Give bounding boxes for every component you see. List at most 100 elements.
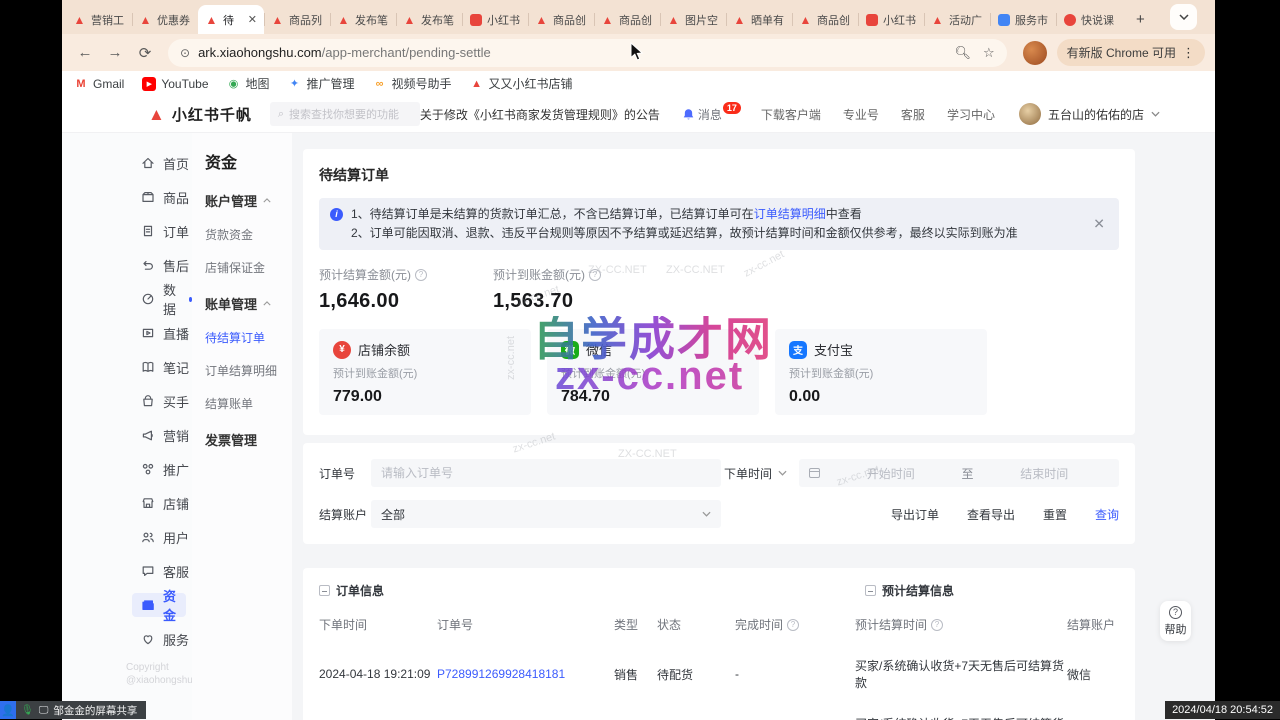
chrome-profile-avatar[interactable] [1023,41,1047,65]
chrome-menu-icon[interactable]: ⋮ [1182,45,1195,61]
sidebar-item-营销[interactable]: 营销 [140,423,192,447]
bookmark-推广管理[interactable]: ✦推广管理 [288,75,355,92]
order-no-input[interactable] [371,459,721,487]
messages-button[interactable]: 消息 17 [682,106,743,123]
submenu-group-账户管理[interactable]: 账户管理 [205,191,292,210]
collapse-icon[interactable] [319,585,330,596]
sidebar-item-首页[interactable]: 首页 [140,151,192,175]
bookmark-YouTube[interactable]: ▶YouTube [142,77,208,91]
browser-tab[interactable]: ▲发布笔 [396,5,462,34]
export-orders-button[interactable]: 导出订单 [891,506,939,523]
announcement-link[interactable]: 关于修改《小红书商家发货管理规则》的公告 [420,106,660,123]
browser-tab[interactable]: 服务市 [990,5,1056,34]
tab-close-icon[interactable]: ✕ [248,13,257,26]
browser-tab[interactable]: ▲商品创 [528,5,594,34]
browser-tab[interactable]: ▲营销工 [66,5,132,34]
sidebar-item-店铺[interactable]: 店铺 [140,491,192,515]
submenu-item-待结算订单[interactable]: 待结算订单 [205,329,292,346]
tab-title: 服务市 [1015,12,1049,28]
date-start-placeholder[interactable]: 开始时间 [826,465,956,482]
sidebar-item-售后[interactable]: 售后 [140,253,192,277]
bookmark-视频号助手[interactable]: ∞视频号助手 [373,75,452,92]
browser-tab[interactable]: ▲商品创 [792,5,858,34]
date-range-picker[interactable]: 开始时间 至 结束时间 [799,459,1119,487]
help-button[interactable]: ? 帮助 [1160,601,1191,641]
main-content: 待结算订单 i 1、待结算订单是未结算的货款订单汇总，不含已结算订单，已结算订单… [292,133,1215,720]
sidebar-item-用户[interactable]: 用户 [140,525,192,549]
sidebar-item-服务[interactable]: 服务 [140,627,192,651]
tab-title: 快说课 [1081,12,1115,28]
reload-button[interactable]: ⟳ [132,40,158,66]
header-link-下载客户端[interactable]: 下载客户端 [761,106,821,123]
bell-icon [682,108,695,121]
bookmark-地图[interactable]: ◉地图 [227,75,270,92]
address-bar[interactable]: ⊙ ark.xiaohongshu.com/app-merchant/pendi… [168,39,1007,67]
bookmark-Gmail[interactable]: MGmail [74,77,124,91]
shop-account[interactable]: 五台山的佑佑的店 [1019,103,1160,125]
submenu-item-货款资金[interactable]: 货款资金 [205,226,292,243]
submenu-group-发票管理[interactable]: 发票管理 [205,430,292,449]
sidebar-item-数据[interactable]: 数据 [140,287,192,311]
time-type-select[interactable]: 下单时间 [724,465,799,482]
browser-tab[interactable]: ▲商品创 [594,5,660,34]
sidebar-item-买手[interactable]: 买手 [140,389,192,413]
bookmark-又又小红书店铺[interactable]: ▲又又小红书店铺 [470,75,573,92]
chrome-update-button[interactable]: 有新版 Chrome 可用 ⋮ [1057,39,1205,66]
column-header-结算账户: 结算账户 [1067,616,1119,633]
help-icon[interactable]: ? [787,619,799,631]
forward-button[interactable]: → [102,40,128,66]
submenu-item-店铺保证金[interactable]: 店铺保证金 [205,259,292,276]
favicon-ark-icon: ▲ [667,13,680,26]
app-search-input[interactable]: ⌕ 搜索查找你想要的功能 [270,102,420,126]
aftersale-icon [140,257,156,273]
browser-toolbar: ← → ⟳ ⊙ ark.xiaohongshu.com/app-merchant… [62,34,1215,71]
sidebar-item-商品[interactable]: 商品 [140,185,192,209]
collapse-icon[interactable] [865,585,876,596]
submenu-item-结算账单[interactable]: 结算账单 [205,395,292,412]
site-settings-icon[interactable]: ⊙ [180,46,190,60]
settle-info-group[interactable]: 预计结算信息 [865,582,954,599]
date-end-placeholder[interactable]: 结束时间 [980,465,1110,482]
app-logo[interactable]: ▲ 小红书千帆 [148,104,252,125]
new-tab-button[interactable]: + [1130,11,1151,28]
browser-tab[interactable]: ▲图片空 [660,5,726,34]
header-link-学习中心[interactable]: 学习中心 [947,106,995,123]
browser-tab[interactable]: 小红书 [462,5,528,34]
browser-tab[interactable]: ▲活动广 [924,5,990,34]
sidebar-item-推广[interactable]: 推广 [140,457,192,481]
bookmark-star-icon[interactable]: ☆ [983,45,995,61]
help-icon[interactable]: ? [415,269,427,281]
sidebar-item-笔记[interactable]: 笔记 [140,355,192,379]
summary-panel: 待结算订单 i 1、待结算订单是未结算的货款订单汇总，不含已结算订单，已结算订单… [303,149,1135,435]
sidebar-item-客服[interactable]: 客服 [140,559,192,583]
query-button[interactable]: 查询 [1095,506,1119,523]
cell-order-no-link[interactable]: P728991269928418181 [437,667,614,681]
screen-share-indicator[interactable]: 👤 🎙︎ 🖵 邹金金的屏幕共享 [0,701,146,719]
browser-tab[interactable]: ▲晒单有 [726,5,792,34]
submenu-group-账单管理[interactable]: 账单管理 [205,294,292,313]
browser-tab[interactable]: ▲优惠券 [132,5,198,34]
back-button[interactable]: ← [72,40,98,66]
browser-tab[interactable]: ▲发布笔 [330,5,396,34]
header-link-客服[interactable]: 客服 [901,106,925,123]
browser-tab[interactable]: ▲商品列 [264,5,330,34]
tab-search-button[interactable] [1170,4,1197,30]
header-link-专业号[interactable]: 专业号 [843,106,879,123]
sidebar-item-资金[interactable]: 资金 [132,593,186,617]
table-row: 2024-04-18 14:59:03P728975543190025671销售… [319,715,1119,720]
view-export-button[interactable]: 查看导出 [967,506,1015,523]
sidebar-item-订单[interactable]: 订单 [140,219,192,243]
order-info-group[interactable]: 订单信息 [319,582,384,599]
close-icon[interactable]: ✕ [1093,215,1105,234]
browser-tab[interactable]: 小红书 [858,5,924,34]
browser-tab[interactable]: ▲待✕ [198,5,264,34]
reset-button[interactable]: 重置 [1043,506,1067,523]
search-icon[interactable]: 🔍︎ [954,45,971,61]
help-icon[interactable]: ? [589,269,601,281]
submenu-item-订单结算明细[interactable]: 订单结算明细 [205,362,292,379]
browser-tab[interactable]: 快说课 [1056,5,1122,34]
account-select[interactable]: 全部 [371,500,721,528]
help-icon[interactable]: ? [931,619,943,631]
settle-detail-link[interactable]: 订单结算明细 [754,207,826,221]
sidebar-item-直播[interactable]: 直播 [140,321,192,345]
